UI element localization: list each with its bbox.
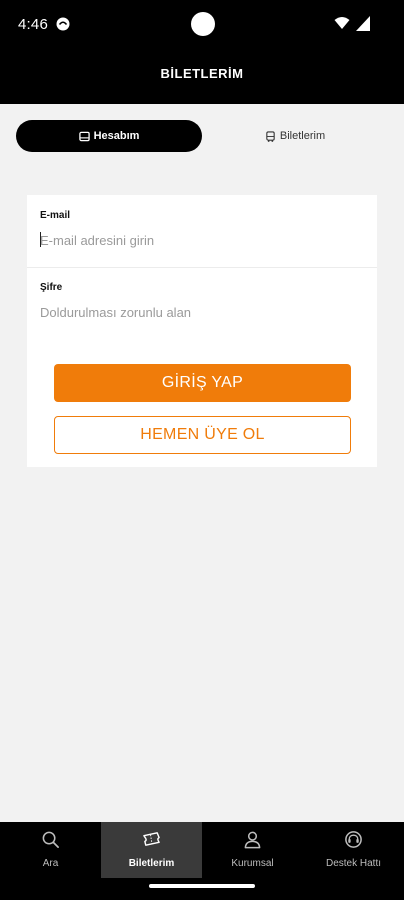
login-form: E-mail Şifre GİRİŞ YAP HEMEN ÜYE OL <box>27 195 377 467</box>
app-header: 4:46 BİLETLERİM <box>0 0 404 104</box>
notification-app-icon <box>56 17 70 31</box>
tab-hesabim[interactable]: Hesabım <box>16 120 202 152</box>
home-indicator[interactable] <box>149 884 255 888</box>
page-title: BİLETLERİM <box>160 66 244 81</box>
tab-label: Biletlerim <box>279 130 326 142</box>
register-button[interactable]: HEMEN ÜYE OL <box>54 416 351 454</box>
login-button[interactable]: GİRİŞ YAP <box>54 364 351 402</box>
bottom-navigation: Ara Biletlerim Kurumsal Destek Hattı <box>0 822 404 900</box>
nav-item-biletlerim[interactable]: Biletlerim <box>101 822 202 878</box>
nav-label: Biletlerim <box>128 858 175 869</box>
person-icon <box>244 831 261 849</box>
tab-biletlerim[interactable]: Biletlerim <box>202 120 388 152</box>
nav-item-kurumsal[interactable]: Kurumsal <box>202 822 303 878</box>
account-tabs: Hesabım Biletlerim <box>16 120 388 152</box>
nav-item-destek-hatti[interactable]: Destek Hattı <box>303 822 404 878</box>
nav-label: Destek Hattı <box>325 858 382 869</box>
nav-label: Kurumsal <box>231 858 274 869</box>
nav-label: Ara <box>42 858 59 869</box>
support-icon <box>345 831 362 848</box>
user-card-icon <box>78 131 90 141</box>
nav-item-ara[interactable]: Ara <box>0 822 101 878</box>
text-cursor <box>40 232 41 247</box>
bus-icon <box>266 130 275 142</box>
search-icon <box>42 831 59 848</box>
battery-icon <box>356 16 370 31</box>
password-label: Şifre <box>40 282 63 293</box>
password-input[interactable] <box>40 301 360 323</box>
email-label: E-mail <box>40 210 71 221</box>
ticket-icon <box>143 832 160 846</box>
password-field-group: Şifre <box>27 267 377 339</box>
tab-label: Hesabım <box>93 130 140 142</box>
status-bar: 4:46 <box>0 0 404 50</box>
email-input[interactable] <box>40 229 360 251</box>
email-field-group: E-mail <box>27 195 377 268</box>
camera-cutout <box>191 12 215 36</box>
wifi-icon <box>334 17 350 29</box>
status-time: 4:46 <box>18 16 48 33</box>
